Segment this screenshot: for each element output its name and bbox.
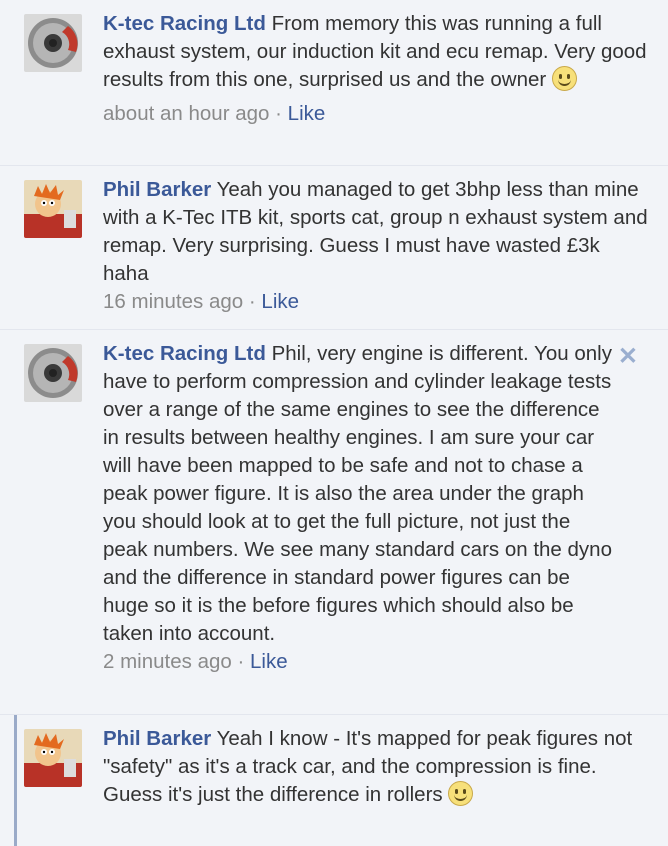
like-link[interactable]: Like [288,102,326,125]
comment-body: Phil Barker Yeah I know - It's mapped fo… [103,725,650,809]
brake-disc-icon[interactable] [24,14,82,72]
smiley-icon [551,66,577,91]
author-link[interactable]: K-tec Racing Ltd [103,342,266,365]
cartoon-avatar-icon[interactable] [24,729,82,787]
like-link[interactable]: Like [261,290,299,313]
author-link[interactable]: Phil Barker [103,727,211,750]
like-link[interactable]: Like [250,650,288,673]
comment: K-tec Racing Ltd From memory this was ru… [0,0,668,166]
close-icon[interactable]: ✕ [618,342,638,371]
smiley-icon [448,781,474,806]
comment-thread: K-tec Racing Ltd From memory this was ru… [0,0,668,846]
timestamp[interactable]: 16 minutes ago [103,290,243,313]
cartoon-avatar-icon[interactable] [24,180,82,238]
comment: Phil Barker Yeah you managed to get 3bhp… [0,166,668,330]
comment: Phil Barker Yeah I know - It's mapped fo… [0,715,668,846]
comment-meta: 2 minutes ago · Like [103,648,620,676]
author-link[interactable]: K-tec Racing Ltd [103,12,266,35]
comment-body: Phil Barker Yeah you managed to get 3bhp… [103,176,650,316]
comment-body: K-tec Racing Ltd Phil, very engine is di… [103,340,620,676]
brake-disc-icon[interactable] [24,344,82,402]
comment-text: Phil, very engine is different. You only… [103,342,612,645]
timestamp[interactable]: about an hour ago [103,102,269,125]
separator: · [237,650,245,673]
comment-meta: 16 minutes ago · Like [103,288,650,316]
comment-body: K-tec Racing Ltd From memory this was ru… [103,10,650,128]
timestamp[interactable]: 2 minutes ago [103,650,232,673]
comment: ✕ K-tec Racing Ltd Phil, very engine is … [0,330,668,715]
separator: · [248,290,256,313]
author-link[interactable]: Phil Barker [103,178,211,201]
selection-bar [14,715,17,846]
comment-meta: about an hour ago · Like [103,100,650,128]
separator: · [275,102,282,125]
